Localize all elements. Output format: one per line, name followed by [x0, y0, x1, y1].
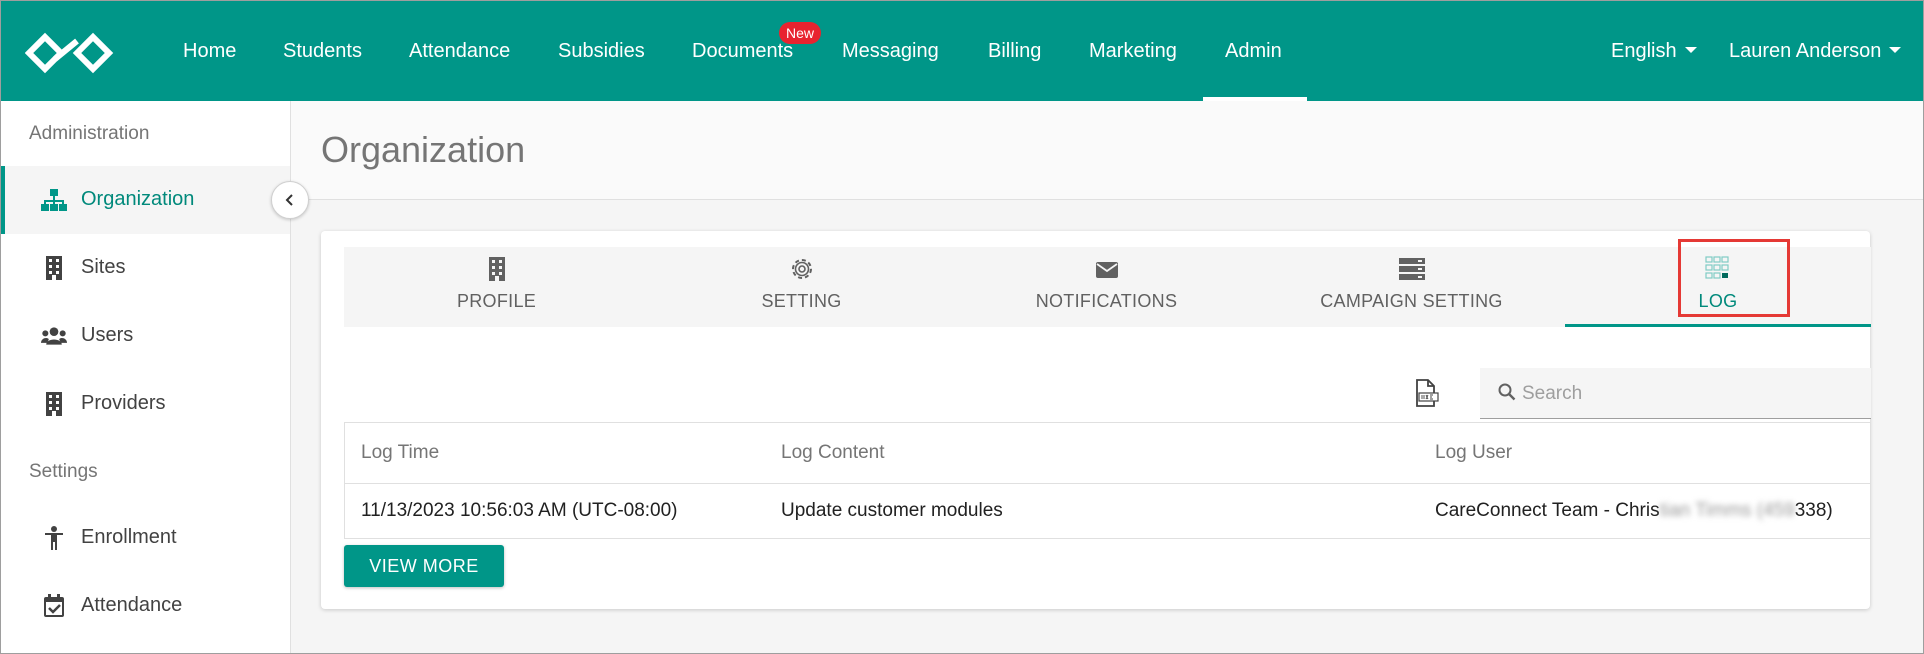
- new-badge: New: [779, 22, 822, 44]
- sidebar-item-users[interactable]: Users: [1, 302, 290, 370]
- main-content: Organization PROFILE SETTING NOTIFICATIO…: [291, 101, 1923, 653]
- organization-card: PROFILE SETTING NOTIFICATIONS CAMPAIGN S…: [321, 231, 1871, 609]
- building-icon: [46, 392, 62, 416]
- building-icon: [488, 257, 505, 281]
- nav-admin[interactable]: Admin: [1225, 40, 1282, 62]
- nav-attendance[interactable]: Attendance: [409, 40, 510, 62]
- column-header-log-user[interactable]: Log User: [1435, 423, 1512, 483]
- server-icon: [1398, 258, 1425, 280]
- chevron-left-icon: [285, 194, 293, 206]
- tab-bar: PROFILE SETTING NOTIFICATIONS CAMPAIGN S…: [344, 239, 1871, 327]
- sidebar-item-organization[interactable]: Organization: [1, 166, 290, 234]
- export-csv-icon[interactable]: [1413, 379, 1439, 407]
- tab-label: CAMPAIGN SETTING: [1320, 291, 1503, 311]
- sidebar-item-label: Providers: [81, 392, 166, 414]
- user-name: Lauren Anderson: [1729, 40, 1882, 62]
- sidebar-item-label: Enrollment: [81, 526, 177, 548]
- sidebar-item-attendance[interactable]: Attendance: [1, 572, 290, 640]
- envelope-icon: [1095, 262, 1118, 278]
- tab-notifications[interactable]: NOTIFICATIONS: [954, 247, 1259, 327]
- log-content-cell: Update customer modules: [781, 500, 1003, 521]
- page-header: Organization: [291, 101, 1923, 200]
- tab-label: LOG: [1698, 291, 1738, 311]
- log-time-value: 11/13/2023 10:56:03 AM: [361, 500, 567, 521]
- log-user-name: CareConnect Team - Chris: [1435, 500, 1660, 521]
- search-box: [1480, 368, 1871, 420]
- log-user-cell: CareConnect Team - Chris tian Timms (459 3…: [1435, 484, 1833, 538]
- chevron-down-icon: [1684, 46, 1697, 53]
- nav-home[interactable]: Home: [183, 40, 236, 62]
- view-more-button[interactable]: VIEW MORE: [344, 545, 504, 587]
- search-input[interactable]: [1520, 368, 1864, 420]
- person-icon: [45, 526, 63, 550]
- nav-students[interactable]: Students: [283, 40, 362, 62]
- tab-label: PROFILE: [456, 291, 537, 311]
- page-title: Organization: [321, 129, 526, 170]
- nav-subsidies[interactable]: Subsidies: [558, 40, 645, 62]
- language-dropdown[interactable]: English: [1611, 40, 1697, 62]
- settings-heading: Settings: [29, 461, 98, 482]
- column-header-log-content[interactable]: Log Content: [781, 423, 885, 483]
- app-window: Home Students Attendance Subsidies Docum…: [0, 0, 1924, 654]
- log-user-suffix: 338): [1794, 500, 1833, 521]
- sidebar-item-label: Sites: [81, 256, 126, 278]
- active-tab-indicator: [1565, 324, 1871, 327]
- tab-setting[interactable]: SETTING: [649, 247, 954, 327]
- users-icon: [41, 327, 67, 345]
- nav-documents[interactable]: Documents: [692, 40, 793, 62]
- collapse-sidebar-button[interactable]: [271, 181, 309, 219]
- column-header-log-time[interactable]: Log Time: [361, 423, 439, 483]
- sidebar-item-providers[interactable]: Providers: [1, 370, 290, 438]
- nav-billing[interactable]: Billing: [988, 40, 1041, 62]
- tab-log[interactable]: LOG: [1565, 247, 1871, 327]
- log-user-redacted: tian Timms (459: [1659, 500, 1795, 521]
- sidebar-item-label: Organization: [81, 188, 195, 210]
- tab-profile[interactable]: PROFILE: [344, 247, 649, 327]
- log-time-cell: 11/13/2023 10:56:03 AM (UTC-08:00): [361, 484, 678, 538]
- nav-messaging[interactable]: Messaging: [842, 40, 939, 62]
- sidebar-item-label: Attendance: [81, 594, 183, 616]
- sidebar-item-enrollment[interactable]: Enrollment: [1, 504, 290, 572]
- table-row[interactable]: 11/13/2023 10:56:03 AM (UTC-08:00) Updat…: [345, 484, 1870, 538]
- search-icon: [1498, 383, 1516, 401]
- user-menu-dropdown[interactable]: Lauren Anderson: [1729, 40, 1902, 62]
- tab-campaign-setting[interactable]: CAMPAIGN SETTING: [1259, 247, 1564, 327]
- chevron-down-icon: [1889, 46, 1902, 53]
- calendar-check-icon: [44, 594, 64, 617]
- building-icon: [46, 256, 62, 280]
- sidebar: Administration Organization Sites Users …: [1, 101, 291, 653]
- sitemap-icon: [41, 189, 67, 211]
- log-table: Log Time Log Content Log User 11/13/2023…: [344, 422, 1871, 539]
- tab-label: NOTIFICATIONS: [1035, 291, 1178, 311]
- tab-label: SETTING: [761, 291, 842, 311]
- sidebar-item-sites[interactable]: Sites: [1, 234, 290, 302]
- administration-heading: Administration: [29, 123, 150, 144]
- app-logo-icon[interactable]: [25, 31, 115, 75]
- language-label: English: [1611, 40, 1677, 62]
- table-header-row: Log Time Log Content Log User: [345, 423, 1870, 484]
- sidebar-item-label: Users: [81, 324, 134, 346]
- top-navbar: Home Students Attendance Subsidies Docum…: [1, 1, 1923, 101]
- log-timezone-value: (UTC-08:00): [571, 500, 678, 521]
- gear-icon: [791, 259, 812, 279]
- nav-marketing[interactable]: Marketing: [1089, 40, 1177, 62]
- grid-icon: [1705, 256, 1729, 279]
